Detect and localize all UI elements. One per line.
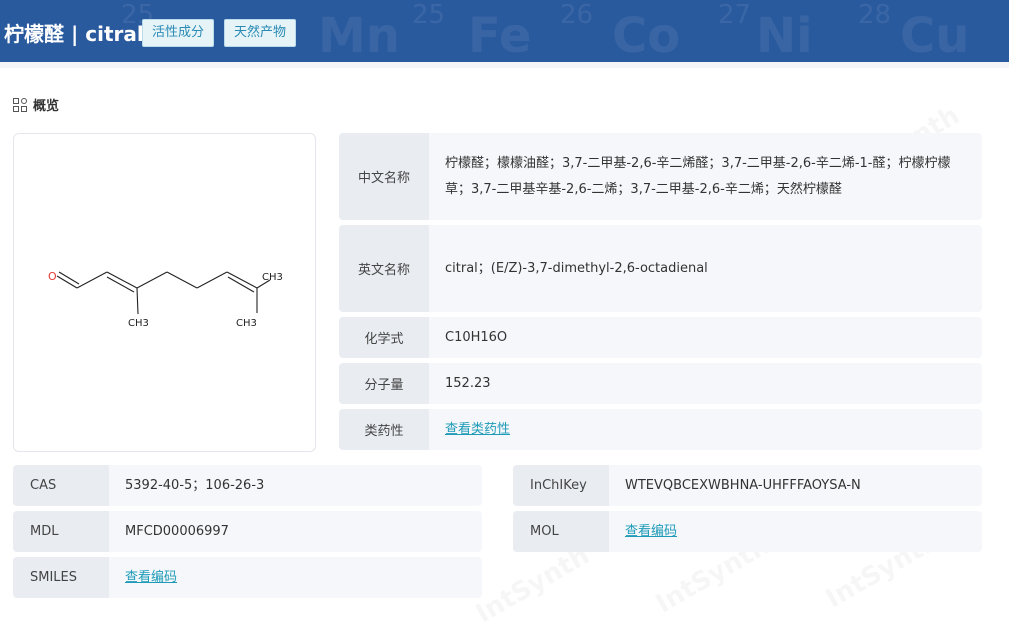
id-value: MFCD00006997 xyxy=(125,523,229,539)
bg-element: Ni xyxy=(756,8,813,62)
atom-methyl-right: CH3 xyxy=(262,272,283,283)
grid-icon xyxy=(13,97,27,112)
id-row-inchikey: InChIKey WTEVQBCEXWBHNA-UHFFFAOYSA-N xyxy=(513,465,982,506)
id-row-mdl: MDL MFCD00006997 xyxy=(13,511,482,552)
bg-element: Cu xyxy=(900,8,970,62)
id-row-cas: CAS 5392-40-5；106-26-3 xyxy=(13,465,482,506)
id-label: MOL xyxy=(513,511,609,552)
property-value: 柠檬醛；檬檬油醛；3,7-二甲基-2,6-辛二烯醛；3,7-二甲基-2,6-辛二… xyxy=(445,155,951,197)
property-row-druglikeness: 类药性 查看类药性 xyxy=(339,409,982,450)
atom-oxygen: O xyxy=(48,270,57,283)
property-label: 英文名称 xyxy=(339,225,429,312)
page-title: 柠檬醛 | citral xyxy=(4,22,144,46)
id-label: InChIKey xyxy=(513,465,609,506)
id-value: WTEVQBCEXWBHNA-UHFFFAOYSA-N xyxy=(625,477,861,493)
tag-active-ingredient[interactable]: 活性成分 xyxy=(142,19,215,47)
id-label: MDL xyxy=(13,511,109,552)
property-label: 化学式 xyxy=(339,317,429,358)
property-row-en-name: 英文名称 citral；(E/Z)-3,7-dimethyl-2,6-octad… xyxy=(339,225,982,312)
property-label: 类药性 xyxy=(339,409,429,450)
bg-number: 27 xyxy=(718,0,752,30)
bg-element: Mn xyxy=(318,8,400,62)
property-label: 中文名称 xyxy=(339,133,429,220)
id-row-smiles: SMILES 查看编码 xyxy=(13,557,482,598)
bg-element: Co xyxy=(612,8,681,62)
property-value: citral；(E/Z)-3,7-dimethyl-2,6-octadienal xyxy=(445,260,708,276)
overview-heading: 概览 xyxy=(13,95,59,114)
id-label: CAS xyxy=(13,465,109,506)
overview-label: 概览 xyxy=(33,99,60,114)
property-row-formula: 化学式 C10H16O xyxy=(339,317,982,358)
watermark: IntSynth xyxy=(471,541,595,629)
molecule-structure: O CH3 CH3 CH3 xyxy=(48,270,283,329)
property-row-cn-name: 中文名称 柠檬醛；檬檬油醛；3,7-二甲基-2,6-辛二烯醛；3,7-二甲基-2… xyxy=(339,133,982,220)
page-header: 25 Mn 25 Fe 26 Co 27 Ni 28 Cu 柠檬醛 | citr… xyxy=(0,0,1009,62)
bg-number: 26 xyxy=(560,0,594,30)
mol-code-link[interactable]: 查看编码 xyxy=(625,519,677,545)
atom-methyl-bottom: CH3 xyxy=(236,318,257,329)
property-label: 分子量 xyxy=(339,363,429,404)
bg-number: 25 xyxy=(412,0,446,30)
id-row-mol: MOL 查看编码 xyxy=(513,511,982,552)
bg-number: 28 xyxy=(858,0,892,30)
property-value: 152.23 xyxy=(445,375,491,391)
smiles-code-link[interactable]: 查看编码 xyxy=(125,565,177,591)
id-value: 5392-40-5；106-26-3 xyxy=(125,477,265,493)
structure-panel: O CH3 CH3 CH3 xyxy=(13,133,316,452)
atom-methyl-left: CH3 xyxy=(128,318,149,329)
header-divider xyxy=(0,62,1009,68)
property-row-mol-weight: 分子量 152.23 xyxy=(339,363,982,404)
id-label: SMILES xyxy=(13,557,109,598)
property-value: C10H16O xyxy=(445,329,508,345)
molecule-bonds xyxy=(56,271,271,315)
bg-element: Fe xyxy=(468,8,532,62)
druglikeness-link[interactable]: 查看类药性 xyxy=(445,417,510,443)
tag-natural-product[interactable]: 天然产物 xyxy=(224,19,297,47)
